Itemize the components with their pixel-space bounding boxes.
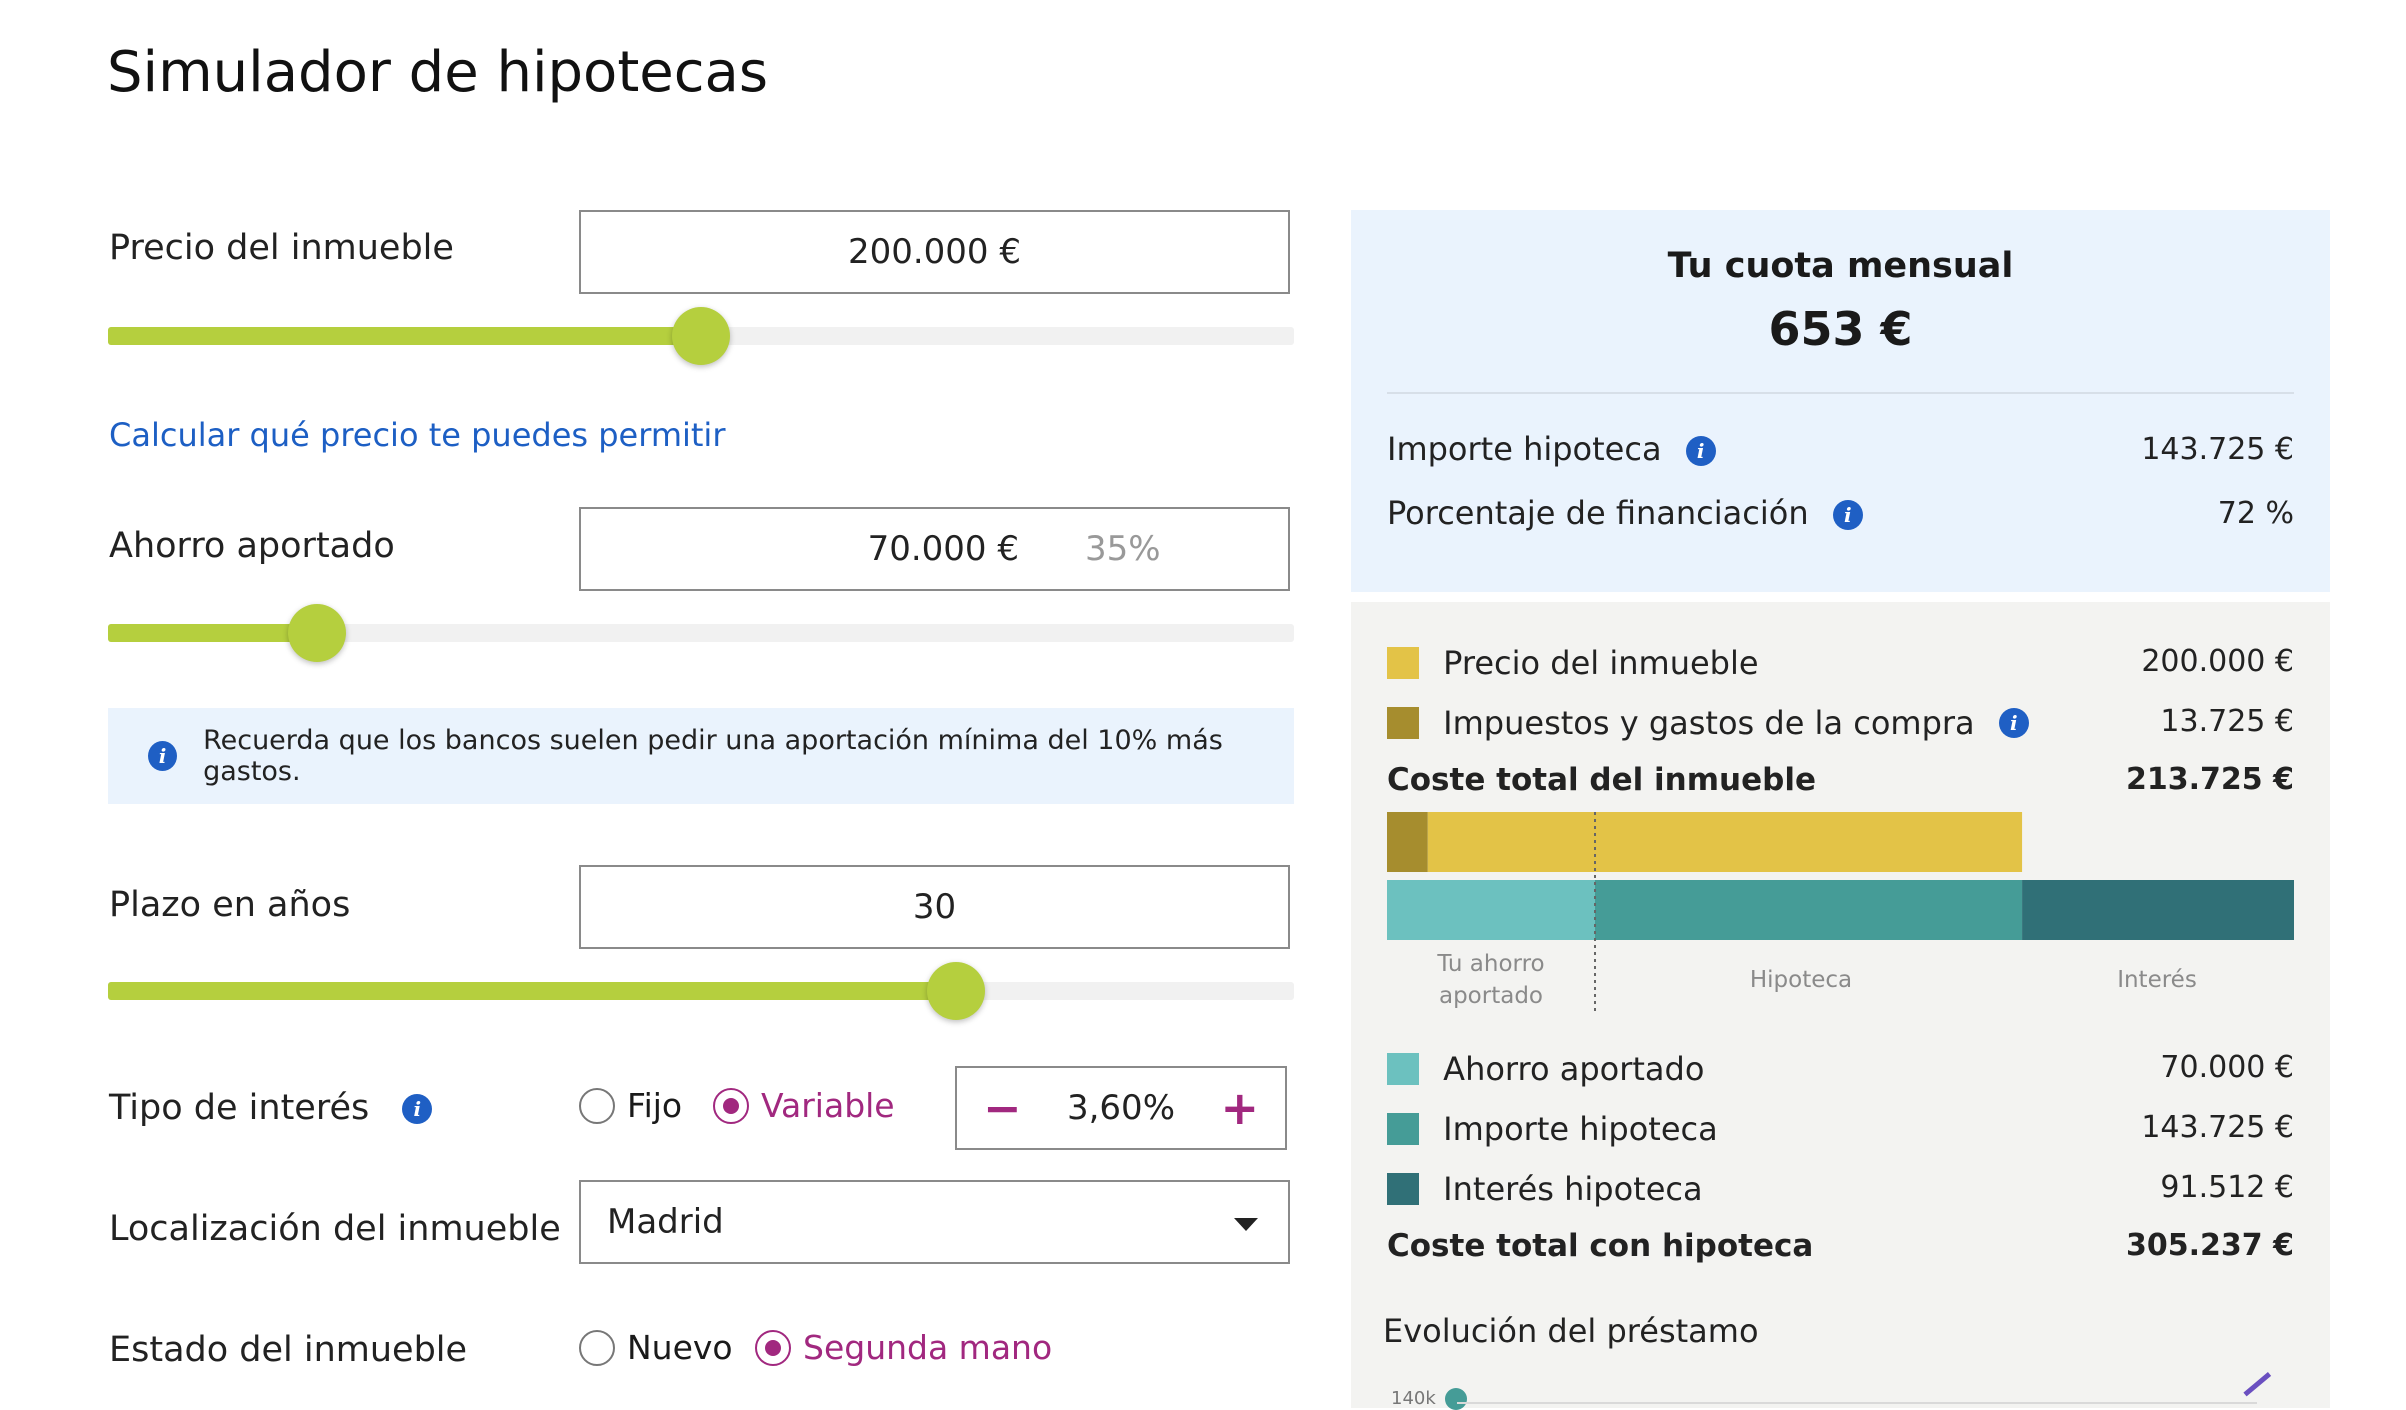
interes-variable-option[interactable]: Variable [713,1086,895,1125]
precio-slider-thumb[interactable] [672,307,730,365]
interes-rate: 3,60% [1066,1088,1175,1128]
ahorro-percent: 35% [1085,529,1161,569]
info-icon[interactable]: i [1832,500,1863,530]
plazo-input[interactable]: 30 [579,865,1290,949]
precio-label: Precio del inmueble [109,228,454,268]
legend-ahorro: Ahorro aportado [1387,1048,1704,1088]
radio-segunda-mano-label: Segunda mano [803,1328,1053,1367]
summary-panel: Tu cuota mensual 653 € Importe hipoteca … [1351,210,2330,592]
bar-importe-hipoteca [1595,880,2023,940]
ahorro-slider-thumb[interactable] [287,604,346,662]
swatch-precio [1387,647,1419,679]
interes-label-text: Tipo de interés [109,1088,370,1128]
axis-interes-label: Interés [2117,967,2197,993]
plazo-label: Plazo en años [109,885,351,925]
info-icon[interactable]: i [1685,436,1716,466]
radio-nuevo[interactable] [579,1329,615,1366]
axis-hipoteca-label: Hipoteca [1749,967,1853,993]
legend-hipoteca-value: 143.725 € [2141,1110,2294,1145]
evolucion-label: Evolución del préstamo [1383,1312,1759,1350]
financiacion-row: Porcentaje de financiación i [1387,494,1863,532]
bar-inter-s-hipoteca [2022,880,2294,940]
cuota-label: Tu cuota mensual [1667,246,2014,286]
ahorro-input[interactable]: 70.000 € 35% [579,507,1290,591]
precio-value: 200.000 € [847,232,1022,272]
aportacion-note-text: Recuerda que los bancos suelen pedir una… [203,725,1223,787]
coste-hipoteca-label: Coste total con hipoteca [1387,1228,1814,1264]
swatch-hipoteca [1387,1113,1419,1145]
legend-precio: Precio del inmueble [1387,642,1759,682]
estado-nuevo-option[interactable]: Nuevo [579,1328,733,1367]
interes-label: Tipo de interés i [109,1088,433,1128]
radio-nuevo-label: Nuevo [627,1328,733,1367]
importe-value: 143.725 € [2141,432,2294,467]
page-title: Simulador de hipotecas [107,40,769,105]
importe-row: Importe hipoteca i [1387,430,1716,468]
localizacion-label: Localización del inmueble [109,1209,561,1249]
chevron-down-icon [1234,1218,1258,1231]
radio-segunda-mano[interactable] [755,1329,791,1366]
radio-fijo-label: Fijo [627,1086,683,1125]
legend-precio-label: Precio del inmueble [1443,644,1759,682]
financiacion-label: Porcentaje de financiación [1387,494,1809,532]
precio-slider[interactable] [108,307,1294,365]
ahorro-label: Ahorro aportado [109,526,395,566]
evolucion-chart-line [2243,1372,2272,1397]
bar-precio-del-inmueble [1427,812,2023,872]
legend-hipoteca-label: Importe hipoteca [1443,1110,1718,1148]
legend-impuestos: Impuestos y gastos de la compra i [1387,702,2029,742]
estado-label: Estado del inmueble [109,1330,468,1370]
plazo-value: 30 [912,887,957,927]
precio-input[interactable]: 200.000 € [579,210,1290,294]
info-icon[interactable]: i [402,1094,433,1124]
estado-segunda-option[interactable]: Segunda mano [755,1328,1052,1367]
swatch-interes [1387,1173,1419,1205]
ahorro-slider[interactable] [108,604,1294,662]
breakdown-panel: Precio del inmueble 200.000 € Impuestos … [1351,602,2330,1410]
swatch-impuestos [1387,707,1419,739]
info-icon[interactable]: i [1998,708,2029,738]
axis-ahorro-label: Tu ahorro aportado [1437,951,1545,1009]
bar-ahorro-aportado [1387,880,1596,940]
plazo-slider[interactable] [108,962,1294,1020]
increment-button[interactable]: + [1220,1081,1259,1135]
coste-hipoteca-value: 305.237 € [2126,1228,2294,1263]
legend-interes: Interés hipoteca [1387,1168,1703,1208]
ahorro-slider-fill [108,624,317,642]
legend-ahorro-label: Ahorro aportado [1443,1050,1705,1088]
importe-label: Importe hipoteca [1387,430,1662,468]
bar-impuestos-y-gastos-de-la-compra [1387,812,1428,872]
evolucion-chart-axis [1457,1402,2257,1404]
plazo-slider-thumb[interactable] [926,962,985,1020]
calcular-precio-link[interactable]: Calcular qué precio te puedes permitir [109,416,725,454]
interes-fijo-option[interactable]: Fijo [579,1086,682,1125]
swatch-ahorro [1387,1053,1419,1085]
aportacion-note: i Recuerda que los bancos suelen pedir u… [108,708,1294,804]
info-icon: i [148,741,178,771]
precio-slider-fill [108,327,701,345]
interes-stepper[interactable]: − 3,60% + [955,1066,1287,1150]
legend-impuestos-value: 13.725 € [2160,704,2294,739]
decrement-button[interactable]: − [983,1081,1022,1135]
coste-inmueble-value: 213.725 € [2126,762,2294,797]
legend-interes-value: 91.512 € [2160,1170,2294,1205]
localizacion-value: Madrid [607,1202,724,1242]
localizacion-select[interactable]: Madrid [579,1180,1290,1264]
legend-ahorro-value: 70.000 € [2160,1050,2294,1085]
radio-variable[interactable] [713,1087,749,1124]
legend-impuestos-label: Impuestos y gastos de la compra [1443,704,1975,742]
cuota-value: 653 € [1768,302,1913,356]
plazo-slider-fill [108,982,956,1000]
evolucion-chart-point [1445,1388,1467,1410]
legend-hipoteca: Importe hipoteca [1387,1108,1718,1148]
divider [1387,392,2294,394]
legend-interes-label: Interés hipoteca [1443,1170,1703,1208]
financiacion-value: 72 % [2217,496,2294,531]
radio-variable-label: Variable [761,1086,895,1125]
coste-inmueble-label: Coste total del inmueble [1387,762,1816,798]
legend-precio-value: 200.000 € [2141,644,2294,679]
ahorro-value: 70.000 € [867,529,1019,569]
radio-fijo[interactable] [579,1087,615,1124]
evolucion-tick: 140k [1391,1388,1436,1409]
